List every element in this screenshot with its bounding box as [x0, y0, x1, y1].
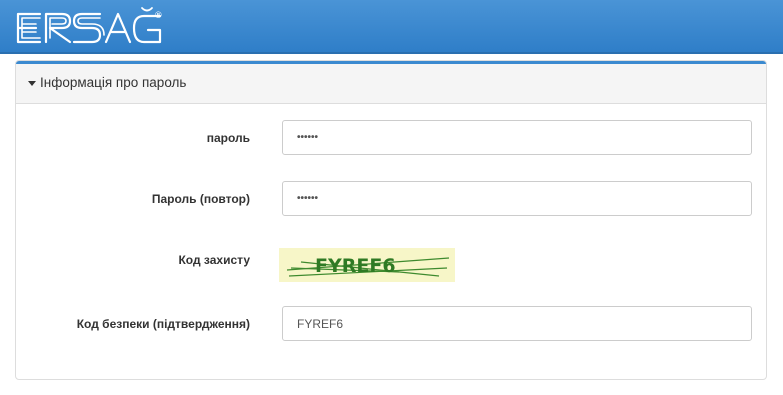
captcha-image[interactable]: FYREF6 [279, 248, 455, 282]
captcha-label: Код захисту [178, 253, 250, 267]
caret-down-icon [28, 80, 36, 86]
site-header: ® [0, 0, 783, 54]
ersag-logo-graphic: ® [16, 7, 162, 44]
password-info-panel: Інформація про пароль пароль Пароль (пов… [15, 60, 767, 380]
panel-heading[interactable]: Інформація про пароль [16, 61, 766, 104]
captcha-confirm-input[interactable] [282, 306, 752, 341]
password-label: пароль [206, 131, 250, 145]
password-repeat-label: Пароль (повтор) [151, 192, 250, 206]
captcha-confirm-label: Код безпеки (підтвердження) [76, 317, 250, 331]
ersag-logo[interactable]: ® [14, 6, 164, 48]
panel-title-text: Інформація про пароль [40, 75, 187, 90]
captcha-graphic: FYREF6 [279, 248, 455, 282]
password-repeat-input[interactable] [282, 181, 752, 216]
registered-mark: ® [155, 10, 162, 20]
panel-title[interactable]: Інформація про пароль [28, 75, 186, 90]
captcha-text: FYREF6 [315, 255, 396, 277]
password-input[interactable] [282, 120, 752, 155]
